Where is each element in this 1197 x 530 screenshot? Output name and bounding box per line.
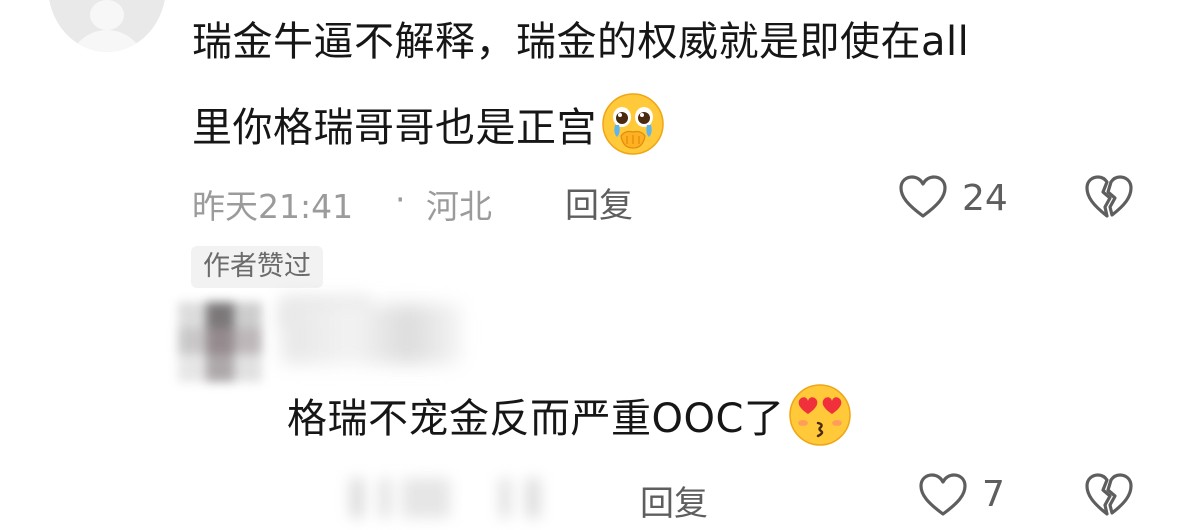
- like-count: 24: [962, 178, 1008, 219]
- reply-button[interactable]: 回复: [640, 476, 708, 525]
- pixel-block: [234, 354, 262, 382]
- meta-separator: ·: [395, 180, 406, 219]
- author-liked-badge: 作者赞过: [191, 246, 323, 288]
- pixel-block: [178, 302, 206, 328]
- pixel-block: [234, 328, 262, 354]
- heart-outline-icon[interactable]: [898, 174, 948, 220]
- reply-username-blur[interactable]: [282, 304, 462, 364]
- avatar-head-shape: [90, 0, 124, 30]
- user-avatar[interactable]: [48, 0, 166, 52]
- comment-timestamp: 昨天21:41: [192, 187, 354, 226]
- blur-bar: [380, 478, 390, 518]
- comment-text-line-2: 里你格瑞哥哥也是正宫: [192, 93, 665, 162]
- heart-eyes-emoji: [789, 384, 852, 446]
- reply-user-avatar[interactable]: [178, 302, 262, 382]
- broken-heart-icon[interactable]: [1084, 174, 1134, 220]
- broken-heart-icon[interactable]: [1084, 472, 1134, 518]
- reply-button[interactable]: 回复: [565, 178, 633, 227]
- comment-text: 里你格瑞哥哥也是正宫: [192, 105, 597, 151]
- reply-meta-blur: [350, 478, 570, 518]
- pixel-block: [178, 328, 206, 354]
- blur-bar: [402, 478, 450, 518]
- blur-bar: [350, 478, 364, 518]
- pixel-block: [178, 354, 206, 382]
- blur-bar: [526, 478, 540, 518]
- face-holding-back-tears-emoji: [602, 93, 664, 155]
- reply-text: 格瑞不宠金反而严重OOC了: [287, 396, 785, 442]
- pixel-block: [206, 302, 234, 328]
- avatar-body-shape: [68, 30, 146, 52]
- pixel-block: [206, 354, 234, 382]
- pixel-block: [234, 302, 262, 328]
- like-count: 7: [982, 474, 1005, 515]
- heart-outline-icon[interactable]: [918, 472, 968, 518]
- reply-text-line: 格瑞不宠金反而严重OOC了: [287, 384, 852, 453]
- blur-bar: [500, 478, 510, 518]
- pixel-block: [206, 328, 234, 354]
- comment-text-line-1: 瑞金牛逼不解释，瑞金的权威就是即使在all: [192, 19, 970, 65]
- comment-location: 河北: [426, 187, 492, 226]
